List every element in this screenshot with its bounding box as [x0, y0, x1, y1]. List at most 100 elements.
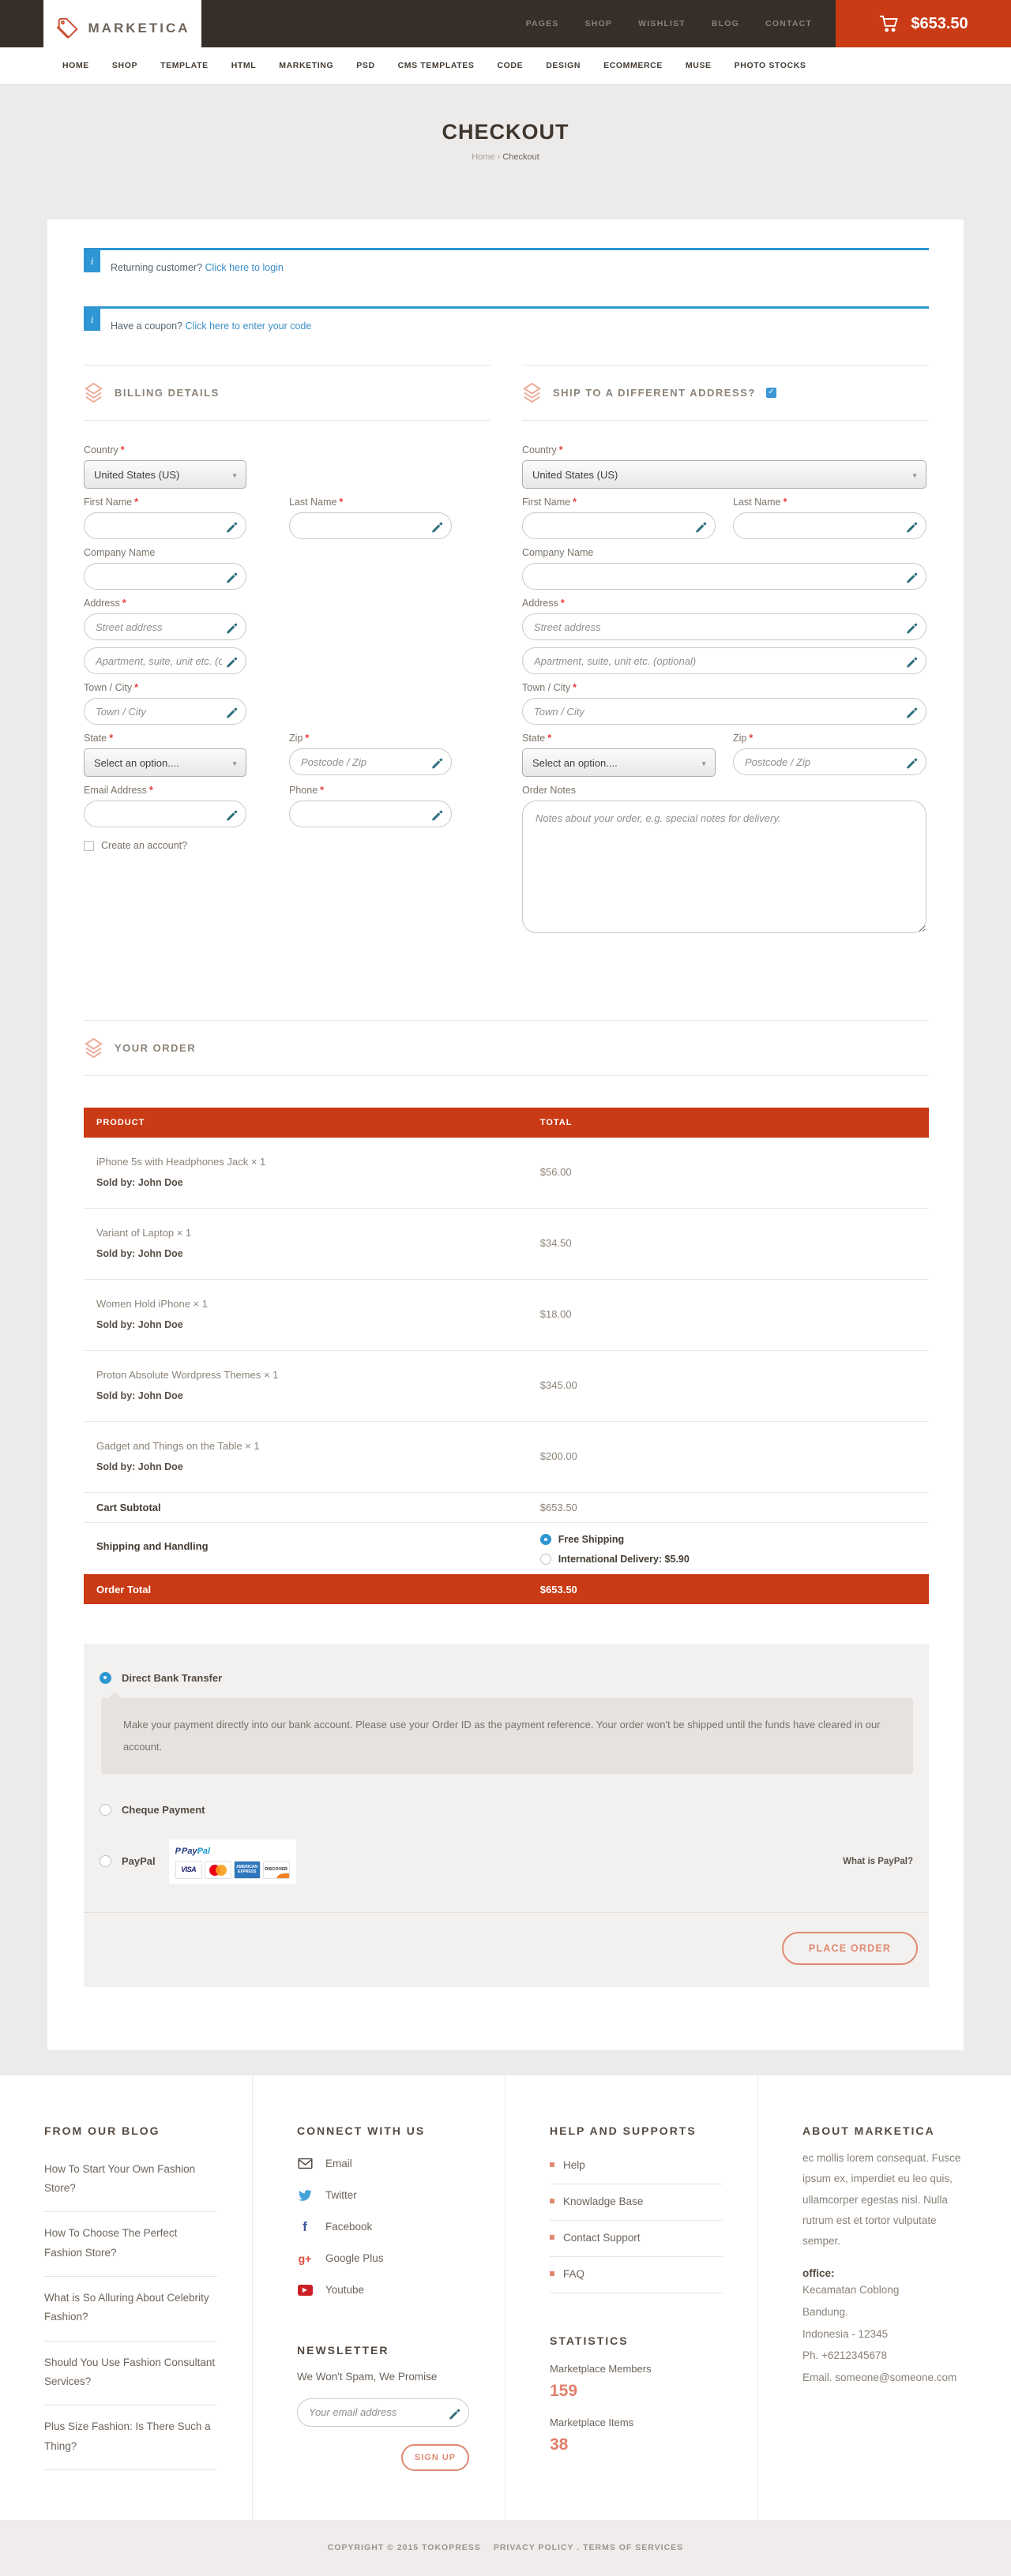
shipping-first-name-input[interactable]	[522, 512, 716, 539]
billing-address2-input[interactable]	[84, 647, 246, 674]
coupon-link[interactable]: Click here to enter your code	[186, 321, 312, 332]
billing-town-input[interactable]	[84, 698, 246, 725]
shipping-address1-input[interactable]	[522, 613, 926, 640]
payment-option-cheque[interactable]: Cheque Payment	[100, 1804, 913, 1816]
newsletter-tagline: We Won't Spam, We Promise	[297, 2371, 470, 2383]
footer-connect-column: CONNECT WITH US Email Twitter f Facebook…	[253, 2075, 506, 2520]
menu-item[interactable]: ECOMMERCE	[603, 61, 663, 70]
what-is-paypal-link[interactable]: What is PayPal?	[843, 1857, 913, 1866]
help-link[interactable]: Knowladge Base	[550, 2184, 723, 2221]
bank-transfer-description: Make your payment directly into our bank…	[101, 1698, 913, 1774]
billing-phone-field: Phone*	[289, 785, 452, 827]
shipping-option-international[interactable]: International Delivery: $5.90	[540, 1554, 690, 1565]
billing-country-select[interactable]: United States (US) ▼	[84, 460, 246, 489]
free-shipping-label: Free Shipping	[558, 1534, 624, 1545]
menu-item[interactable]: CODE	[497, 61, 523, 70]
radio-international-delivery[interactable]	[540, 1554, 551, 1565]
shipping-state-select[interactable]: Select an option.... ▼	[522, 748, 716, 777]
menu-item[interactable]: PHOTO STOCKS	[735, 61, 806, 70]
shipping-country-select[interactable]: United States (US) ▼	[522, 460, 926, 489]
place-order-button[interactable]: PLACE ORDER	[782, 1932, 918, 1965]
field-label: State*	[84, 733, 246, 744]
product-name: Women Hold iPhone × 1	[96, 1298, 540, 1310]
payment-option-paypal[interactable]: PayPal PPayPal VISA AMERICAN EXPRESS DIS…	[100, 1839, 913, 1884]
social-link-google-plus[interactable]: g+ Google Plus	[297, 2243, 470, 2274]
social-link-twitter[interactable]: Twitter	[297, 2180, 470, 2211]
menu-item[interactable]: HOME	[62, 61, 89, 70]
product-total: $200.00	[540, 1440, 577, 1472]
cart-button[interactable]: $653.50	[836, 0, 1011, 47]
blog-post-link[interactable]: Plus Size Fashion: Is There Such a Thing…	[44, 2405, 217, 2470]
terms-link[interactable]: TERMS OF SERVICES	[583, 2543, 683, 2552]
shipping-last-name-input[interactable]	[733, 512, 926, 539]
order-notes-textarea[interactable]	[522, 801, 926, 933]
field-label: Last Name*	[289, 497, 452, 508]
header-nav-link[interactable]: SHOP	[585, 19, 613, 28]
menu-item[interactable]: DESIGN	[546, 61, 581, 70]
brand-logo[interactable]: MARKETICA	[43, 0, 201, 57]
billing-company-input[interactable]	[84, 563, 246, 590]
help-link[interactable]: FAQ	[550, 2257, 723, 2293]
radio-paypal[interactable]	[100, 1855, 111, 1867]
blog-post-link[interactable]: How To Start Your Own Fashion Store?	[44, 2148, 217, 2213]
menu-item[interactable]: MUSE	[686, 61, 712, 70]
layers-icon	[84, 382, 104, 403]
breadcrumb: Home › Checkout	[0, 152, 1011, 162]
field-label: Address*	[522, 598, 926, 609]
header-nav-link[interactable]: PAGES	[526, 19, 559, 28]
billing-state-select[interactable]: Select an option.... ▼	[84, 748, 246, 777]
radio-cheque-payment[interactable]	[100, 1804, 111, 1816]
shipping-zip-input[interactable]	[733, 748, 926, 775]
login-link[interactable]: Click here to login	[205, 262, 284, 273]
blog-post-link[interactable]: What is So Alluring About Celebrity Fash…	[44, 2277, 217, 2342]
copyright-text: COPYRIGHT © 2015 TOKOPRESS	[328, 2543, 481, 2552]
billing-email-input[interactable]	[84, 801, 246, 827]
social-link-facebook[interactable]: f Facebook	[297, 2211, 470, 2243]
ship-different-address-checkbox[interactable]	[766, 388, 776, 398]
product-total: $18.00	[540, 1298, 572, 1330]
header-nav-link[interactable]: CONTACT	[765, 19, 812, 28]
your-order-header: YOUR ORDER	[84, 1020, 929, 1076]
pen-icon	[430, 756, 444, 769]
create-account-checkbox[interactable]	[84, 841, 94, 851]
product-name: Variant of Laptop × 1	[96, 1227, 540, 1239]
menu-item[interactable]: TEMPLATE	[160, 61, 209, 70]
square-bullet-icon	[550, 2235, 554, 2240]
menu-item[interactable]: HTML	[231, 61, 257, 70]
header-nav-link[interactable]: BLOG	[712, 19, 739, 28]
billing-last-name-input[interactable]	[289, 512, 452, 539]
help-link[interactable]: Contact Support	[550, 2221, 723, 2257]
menu-item[interactable]: SHOP	[112, 61, 137, 70]
billing-address1-input[interactable]	[84, 613, 246, 640]
payment-option-bank[interactable]: Direct Bank Transfer	[100, 1672, 913, 1684]
menu-item[interactable]: CMS TEMPLATES	[398, 61, 475, 70]
shipping-heading: SHIP TO A DIFFERENT ADDRESS?	[553, 387, 756, 399]
header-nav-link[interactable]: WISHLIST	[638, 19, 686, 28]
stat-label: Marketplace Members	[550, 2363, 723, 2375]
create-account-option[interactable]: Create an account?	[84, 840, 490, 851]
signup-button[interactable]: SIGN UP	[401, 2444, 469, 2471]
blog-post-link[interactable]: How To Choose The Perfect Fashion Store?	[44, 2212, 217, 2277]
billing-phone-input[interactable]	[289, 801, 452, 827]
site-footer: FROM OUR BLOG How To Start Your Own Fash…	[0, 2075, 1011, 2520]
radio-direct-bank-transfer[interactable]	[100, 1672, 111, 1684]
shipping-address2-input[interactable]	[522, 647, 926, 674]
shipping-option-free[interactable]: Free Shipping	[540, 1534, 690, 1545]
breadcrumb-home[interactable]: Home	[472, 152, 494, 162]
menu-item[interactable]: PSD	[356, 61, 374, 70]
menu-item[interactable]: MARKETING	[279, 61, 333, 70]
cheque-payment-label: Cheque Payment	[122, 1804, 205, 1816]
shipping-company-input[interactable]	[522, 563, 926, 590]
shipping-town-input[interactable]	[522, 698, 926, 725]
social-link-youtube[interactable]: ▶ Youtube	[297, 2274, 470, 2306]
shipping-section-header: SHIP TO A DIFFERENT ADDRESS?	[522, 365, 929, 421]
billing-state-field: State* Select an option.... ▼	[84, 733, 246, 777]
privacy-policy-link[interactable]: PRIVACY POLICY	[494, 2543, 574, 2552]
social-link-email[interactable]: Email	[297, 2148, 470, 2180]
radio-free-shipping[interactable]	[540, 1534, 551, 1545]
billing-zip-input[interactable]	[289, 748, 452, 775]
billing-first-name-input[interactable]	[84, 512, 246, 539]
help-link[interactable]: Help	[550, 2148, 723, 2184]
newsletter-email-input[interactable]	[297, 2398, 469, 2427]
blog-post-link[interactable]: Should You Use Fashion Consultant Servic…	[44, 2342, 217, 2406]
